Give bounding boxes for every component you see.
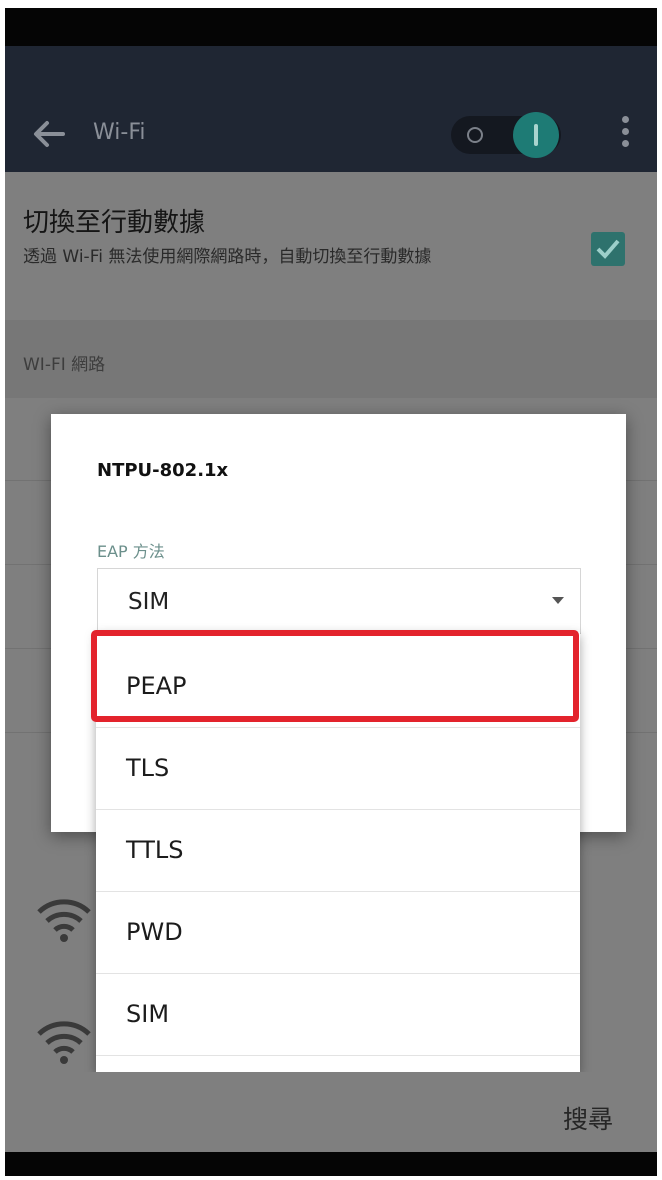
setting-title: 切換至行動數據 bbox=[23, 208, 206, 238]
eap-option-pwd[interactable]: PWD bbox=[96, 892, 580, 974]
eap-method-dropdown: PEAP TLS TTLS PWD SIM bbox=[96, 632, 580, 1072]
eap-method-label: EAP 方法 bbox=[97, 542, 165, 561]
option-label: TLS bbox=[126, 754, 170, 782]
dropdown-caret-icon bbox=[552, 597, 564, 604]
navigation-bar bbox=[5, 1152, 657, 1176]
search-button[interactable]: 搜尋 bbox=[563, 1100, 613, 1136]
eap-option-sim[interactable]: SIM bbox=[96, 974, 580, 1056]
wifi-lock-icon bbox=[37, 899, 91, 942]
back-arrow-icon[interactable] bbox=[27, 112, 71, 156]
option-label: SIM bbox=[126, 1000, 170, 1028]
section-header: WI-FI 網路 bbox=[5, 320, 657, 398]
eap-method-value: SIM bbox=[128, 589, 170, 615]
toggle-thumb[interactable] bbox=[513, 112, 559, 158]
eap-option-tls[interactable]: TLS bbox=[96, 728, 580, 810]
section-header-label: WI-FI 網路 bbox=[23, 355, 106, 375]
option-label: PEAP bbox=[126, 672, 187, 700]
eap-method-select[interactable]: SIM bbox=[97, 568, 581, 634]
option-label: PWD bbox=[126, 918, 183, 946]
eap-option-peap[interactable]: PEAP bbox=[96, 646, 580, 728]
setting-summary: 透過 Wi-Fi 無法使用網際網路時，自動切換至行動數據 bbox=[23, 247, 432, 267]
check-icon bbox=[596, 239, 620, 259]
overflow-menu-icon[interactable] bbox=[617, 116, 633, 156]
switch-to-mobile-data-setting[interactable]: 切換至行動數據 透過 Wi-Fi 無法使用網際網路時，自動切換至行動數據 bbox=[5, 172, 657, 320]
eap-option-ttls[interactable]: TTLS bbox=[96, 810, 580, 892]
page-title: Wi-Fi bbox=[93, 120, 146, 145]
bottom-bar: 搜尋 bbox=[5, 1072, 657, 1152]
app-bar: Wi-Fi bbox=[5, 46, 657, 172]
phone-screen: Wi-Fi 切換至行動數據 透過 Wi-Fi 無法使用網際網路時，自動切換至行動… bbox=[5, 8, 657, 1176]
status-bar bbox=[5, 8, 657, 46]
toggle-off-icon bbox=[467, 127, 483, 143]
mobile-data-checkbox[interactable] bbox=[591, 232, 625, 266]
wifi-lock-icon bbox=[37, 1021, 91, 1064]
dialog-title: NTPU-802.1x bbox=[97, 460, 229, 481]
option-label: TTLS bbox=[126, 836, 184, 864]
